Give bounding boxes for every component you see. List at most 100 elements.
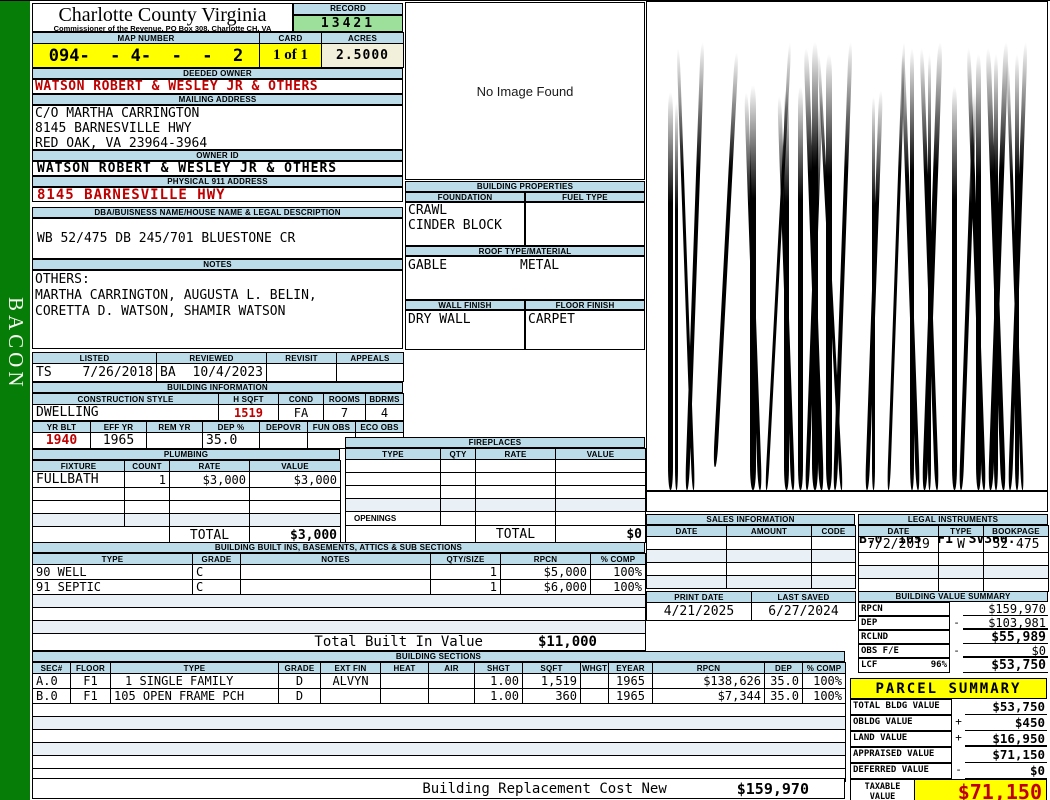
building-sections-table: SEC# FLOOR TYPE GRADE EXT FIN HEAT AIR S… [32,662,846,782]
ps-op [952,699,965,715]
empty-row [345,459,646,473]
parcel-summary-block: PARCEL SUMMARY TOTAL BLDG VALUE $53,750 … [850,678,1047,800]
ps-value: $16,950 [965,731,1047,747]
effyr-value: 1965 [90,432,147,449]
print-info-block: PRINT DATE LAST SAVED 4/21/2025 6/27/202… [646,591,856,621]
air-label: AIR [428,662,475,674]
hsqft-label: H SQFT [218,393,279,405]
fireplaces-header-row: TYPE QTY RATE VALUE [345,448,646,460]
county-title: Charlotte County Virginia [58,4,267,26]
fuel-type-label: FUEL TYPE [525,192,645,202]
fixture-label: FIXTURE [32,460,125,472]
bi-type-label: TYPE [32,553,193,565]
type-label: TYPE [110,662,279,674]
sqft-label: SQFT [522,662,581,674]
sketch-stroke [952,86,957,490]
ps-row: TOTAL BLDG VALUE $53,750 [850,699,1047,715]
vs-op [950,658,963,673]
floor-finish-value: CARPET [525,310,645,350]
shgt-label: SHGT [474,662,523,674]
cond-value: FA [278,404,324,421]
ps-op: - [955,763,962,776]
reviewed-date: 10/4/2023 [192,365,263,380]
foundation-value: CRAWL CINDER BLOCK [405,202,525,246]
mailing-line: 8145 BARNESVILLE HWY [35,121,192,136]
built-ins-row: 90 WELL C 1 $5,000 100% [32,564,646,580]
sales-amount-label: AMOUNT [726,525,812,537]
reviewed-label: REVIEWED [156,352,267,364]
whgt-value [580,688,609,704]
rpcn-value: $138,626 [652,673,765,689]
li-type-label: TYPE [938,525,984,537]
bi-notes [240,564,431,580]
fireplaces-total-row: TOTAL $0 [345,525,646,543]
building-info-table-1: CONSTRUCTION STYLE H SQFT COND ROOMS BDR… [32,393,404,421]
yrblt-value: 1940 [32,432,91,449]
rate-value: $3,000 [169,471,250,488]
bi-type: 91 SEPTIC [32,579,193,595]
grade-value: D [278,673,321,689]
empty-row [345,485,646,499]
vs-row: RCLND $55,989 [858,630,1048,645]
built-ins-total-row: Total Built In Value $11,000 [32,633,646,651]
acres-label: ACRES [321,32,404,44]
built-ins-total-value: $11,000 [537,634,597,650]
record-box: RECORD 13421 [293,3,403,32]
vs-op [950,602,963,616]
print-info-table: PRINT DATE LAST SAVED 4/21/2025 6/27/202… [646,591,856,621]
fp-value-label: VALUE [555,448,646,460]
li-header-row: DATE TYPE BOOKPAGE [858,525,1049,537]
listed-date: 7/26/2018 [82,365,153,380]
reviewed-by: BA [160,365,176,380]
plumbing-row: FULLBATH 1 $3,000 $3,000 [32,471,341,488]
count-value: 1 [124,471,170,488]
building-properties-block: BUILDING PROPERTIES FOUNDATION FUEL TYPE… [405,181,645,350]
sidebar: BACON [0,1,30,800]
bdrms-value: 4 [365,404,404,421]
rooms-label: ROOMS [323,393,366,405]
ps-row: APPRAISED VALUE $71,150 [850,747,1047,763]
shgt-value: 1.00 [474,688,523,704]
listed-by: TS [36,365,52,380]
replacement-cost-row: Building Replacement Cost New $159,970 [32,778,845,799]
bi-qty-label: QTY/SIZE [430,553,501,565]
empty-row [32,703,846,717]
vs-op [950,630,963,644]
vs-row: LCF 96% $53,750 [858,658,1048,673]
plumbing-total-value: $3,000 [249,526,341,544]
bi-comp: 100% [590,579,646,595]
review-value-row: TS 7/26/2018 BA 10/4/2023 [32,363,404,382]
sqft-value: 1,519 [522,673,581,689]
deeded-owner-value: WATSON ROBERT & WESLEY JR & OTHERS [32,79,403,94]
commissioner-line: Commissioner of the Revenue, PO Box 308,… [53,24,272,33]
appeals-value [336,363,404,382]
empty-row [32,755,846,769]
section-row: A.0 F1 1 SINGLE FAMILY D ALVYN 1.00 1,51… [32,673,846,689]
sec-label: SEC# [32,662,71,674]
yrblt-label: YR BLT [32,421,91,433]
reviewed-value: BA 10/4/2023 [156,363,267,382]
whgt-label: WHGT [580,662,609,674]
vs-label: LCF 96% [858,658,950,673]
map-value-row: 094- - 4- - - 2 1 of 1 2.5000 [32,43,404,68]
bp-values-1: CRAWL CINDER BLOCK [405,202,645,246]
last-saved-value: 6/27/2024 [751,602,856,621]
funobs-label: FUN OBS [307,421,356,433]
built-ins-title: BUILDING BUILT INS, BASEMENTS, ATTICS & … [32,542,645,553]
vs-op: - [953,644,960,657]
wall-finish-label: WALL FINISH [405,300,525,310]
record-label: RECORD [293,3,403,15]
foundation-line: CINDER BLOCK [408,218,502,233]
deeded-owner-label: DEEDED OWNER [32,68,403,79]
ps-row: OBLDG VALUE + $450 [850,715,1047,731]
sec-value: B.0 [32,688,71,704]
ps-label-text: DEFERRED VALUE [853,765,929,775]
ecoobs-label: ECO OBS [355,421,404,433]
bi-rpcn: $5,000 [500,564,591,580]
dep-value: 35.0 [764,673,803,689]
li-row: 7/2/2019 W 52 475 [858,536,1049,553]
sales-date-label: DATE [646,525,727,537]
notes-label: NOTES [32,259,403,270]
vs-row: OBS F/E - $0 [858,644,1048,658]
bi-comp-label: % COMP [590,553,646,565]
